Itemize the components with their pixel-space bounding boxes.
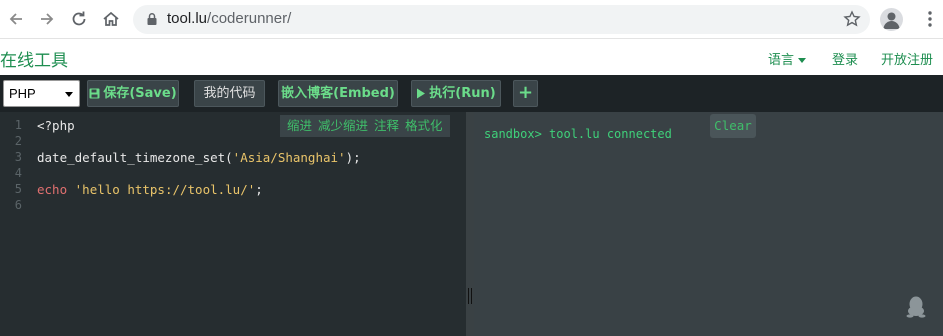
editor-actions: 缩进 减少缩进 注释 格式化 [280, 115, 450, 137]
code-editor[interactable]: 1 2 3 4 5 6 <?php date_default_timezone_… [0, 112, 466, 336]
back-arrow-icon[interactable] [6, 9, 26, 29]
code-string: 'Asia/Shanghai' [232, 150, 346, 165]
browser-menu-icon[interactable] [920, 9, 940, 29]
caret-down-icon [798, 58, 807, 63]
line-number: 6 [14, 198, 22, 212]
site-header: 在线工具 语言 登录 开放注册 [0, 39, 943, 75]
code-keyword: echo [37, 182, 68, 197]
pane-splitter[interactable] [466, 112, 474, 336]
code-string: 'hello https://tool.lu/' [74, 182, 256, 197]
language-select-value: PHP [9, 86, 36, 101]
clear-button[interactable]: Clear [710, 114, 756, 138]
outdent-button[interactable]: 减少缩进 [318, 118, 368, 133]
code-line-3: date_default_timezone_set('Asia/Shanghai… [37, 150, 361, 165]
embed-button[interactable]: 嵌入博客(Embed) [278, 80, 398, 107]
site-title[interactable]: 在线工具 [0, 46, 68, 71]
save-button[interactable]: 保存(Save) [87, 80, 179, 107]
play-icon [417, 88, 426, 99]
editor-toolbar: PHP 保存(Save) 我的代码 嵌入博客(Embed) 执行(Run) + [0, 75, 943, 112]
url-path: /coderunner/ [207, 10, 292, 27]
bookmark-star-icon[interactable] [843, 10, 861, 28]
my-code-button[interactable]: 我的代码 [194, 80, 265, 107]
line-number-gutter: 1 2 3 4 5 6 [0, 112, 28, 336]
lock-icon [147, 13, 157, 25]
line-number: 5 [14, 182, 22, 196]
save-label: 保存(Save) [103, 86, 177, 101]
indent-button[interactable]: 缩进 [287, 118, 312, 133]
line-number: 3 [14, 150, 22, 164]
language-select[interactable]: PHP [3, 80, 80, 107]
url-text: tool.lu/coderunner/ [167, 10, 291, 27]
login-link[interactable]: 登录 [832, 49, 858, 68]
url-host: tool.lu [167, 10, 208, 27]
qq-penguin-icon[interactable] [906, 296, 926, 318]
add-button[interactable]: + [513, 80, 538, 107]
browser-toolbar: tool.lu/coderunner/ [0, 0, 943, 39]
floppy-disk-icon [89, 88, 100, 99]
code-function: date_default_timezone_set( [37, 150, 233, 165]
home-icon[interactable] [101, 9, 121, 29]
address-bar[interactable]: tool.lu/coderunner/ [133, 5, 870, 34]
splitter-grip-icon[interactable] [468, 288, 472, 304]
profile-avatar-icon[interactable] [880, 8, 903, 31]
code-line-5: echo 'hello https://tool.lu/'; [37, 182, 263, 197]
line-number: 4 [14, 166, 22, 180]
register-link[interactable]: 开放注册 [881, 49, 933, 68]
format-button[interactable]: 格式化 [405, 118, 443, 133]
run-button[interactable]: 执行(Run) [411, 80, 501, 107]
console-output: sandbox> tool.lu connected [484, 127, 672, 141]
comment-button[interactable]: 注释 [374, 118, 399, 133]
reload-icon[interactable] [69, 9, 89, 29]
forward-arrow-icon[interactable] [37, 9, 57, 29]
language-label: 语言 [768, 53, 795, 68]
run-label: 执行(Run) [429, 86, 496, 101]
language-menu[interactable]: 语言 [768, 49, 807, 68]
code-punctuation: ; [255, 182, 263, 197]
line-number: 2 [14, 134, 22, 148]
output-console: sandbox> tool.lu connected Clear [474, 112, 943, 336]
select-caret-icon [65, 92, 73, 97]
code-line-1: <?php [37, 118, 75, 133]
code-punctuation: ); [345, 150, 361, 165]
line-number: 1 [14, 118, 22, 132]
